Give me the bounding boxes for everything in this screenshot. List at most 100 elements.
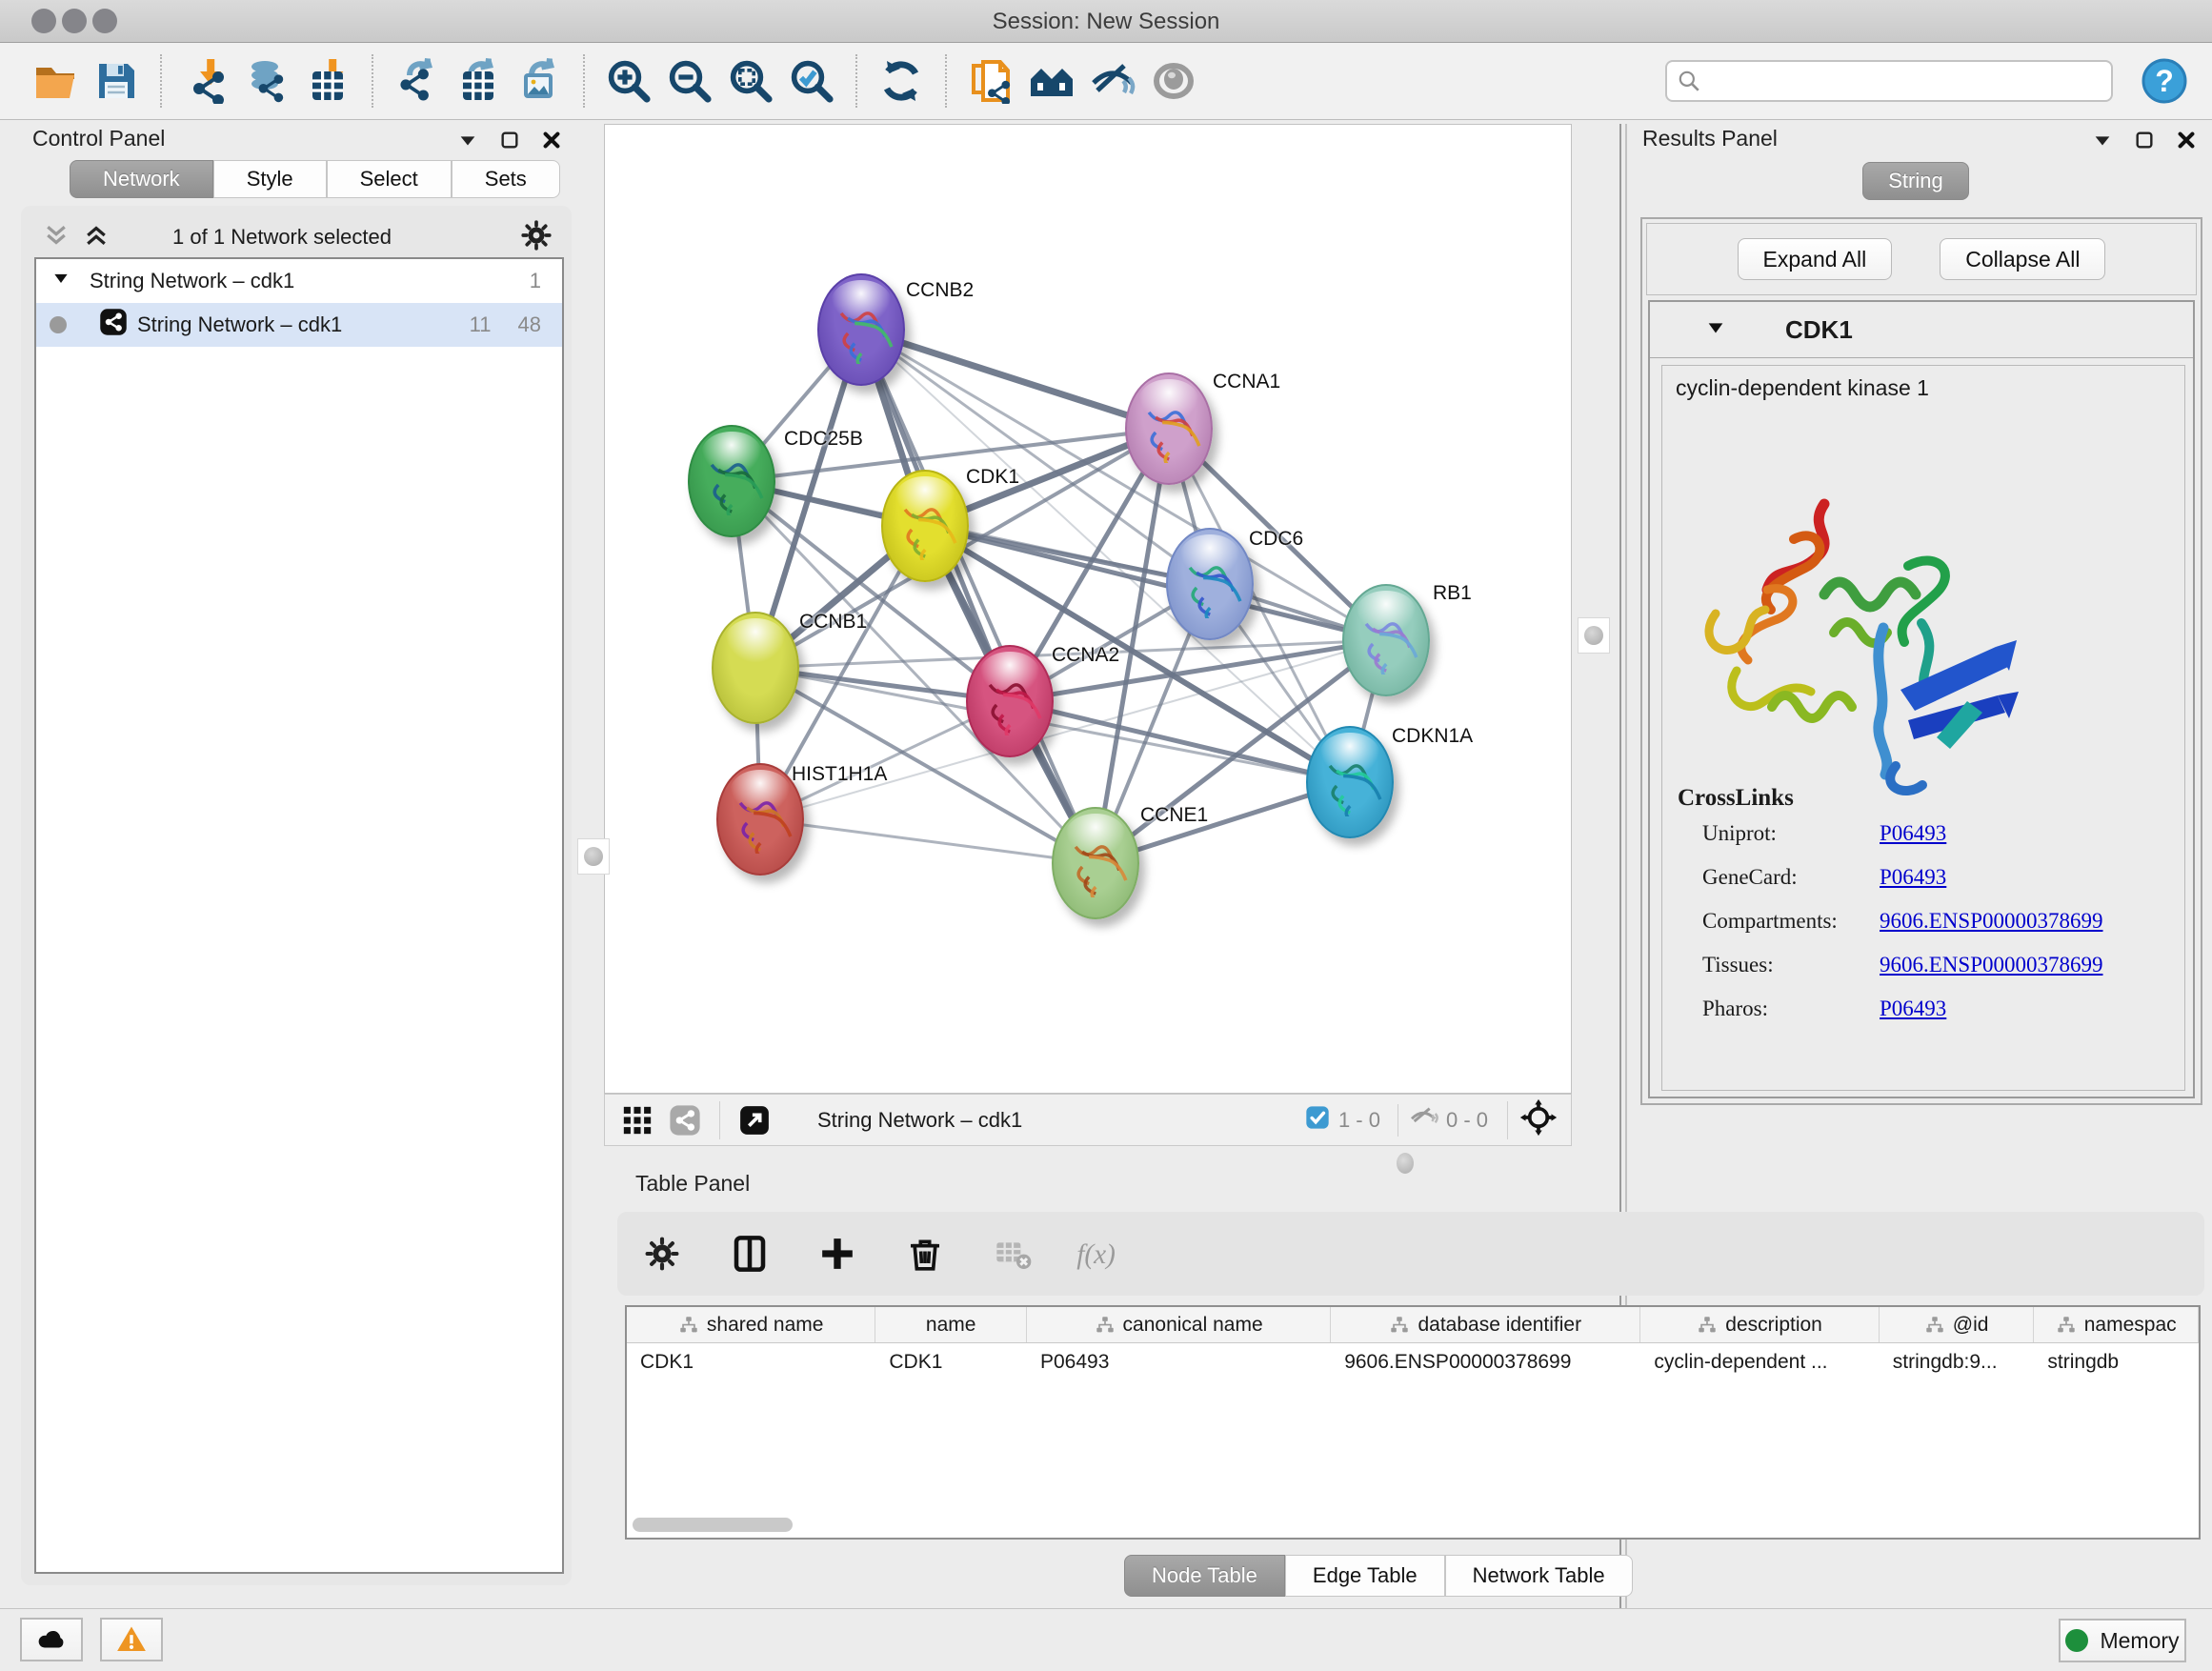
share-view-icon[interactable] [666, 1101, 704, 1139]
detach-view-icon[interactable] [735, 1101, 774, 1139]
selected-checkbox-icon[interactable] [1304, 1104, 1331, 1136]
network-options-gear-icon[interactable] [520, 219, 553, 256]
function-builder-button[interactable]: f(x) [1075, 1226, 1126, 1281]
network-node-cdc6[interactable] [1166, 528, 1254, 640]
network-node-ccnb1[interactable] [712, 612, 799, 724]
table-tab-node-table[interactable]: Node Table [1124, 1555, 1285, 1597]
crosslink-value[interactable]: P06493 [1880, 821, 1946, 845]
network-node-ccne1[interactable] [1052, 807, 1139, 919]
right-splitter-handle[interactable] [1578, 617, 1610, 654]
delete-column-button[interactable] [899, 1226, 951, 1281]
table-cell[interactable]: cyclin-dependent ... [1640, 1342, 1879, 1382]
table-cell[interactable]: CDK1 [875, 1342, 1027, 1382]
table-row[interactable]: CDK1CDK1P064939606.ENSP00000378699cyclin… [627, 1342, 2199, 1382]
add-column-button[interactable] [812, 1226, 863, 1281]
column-header-5[interactable]: @id [1880, 1307, 2035, 1342]
table-tab-network-table[interactable]: Network Table [1445, 1555, 1633, 1597]
control-panel-window-controls [457, 130, 562, 155]
left-splitter-handle[interactable] [577, 838, 610, 875]
column-header-3[interactable]: database identifier [1331, 1307, 1640, 1342]
column-header-1[interactable]: name [875, 1307, 1027, 1342]
table-cell[interactable]: 9606.ENSP00000378699 [1331, 1342, 1640, 1382]
tree-expander-icon[interactable] [51, 269, 70, 293]
horizontal-scrollbar[interactable] [633, 1518, 793, 1532]
save-session-button[interactable] [90, 53, 142, 109]
table-cell[interactable]: CDK1 [627, 1342, 875, 1382]
horizontal-splitter-handle[interactable] [1397, 1153, 1414, 1174]
network-node-ccna2[interactable] [966, 645, 1054, 757]
import-table-button[interactable] [302, 53, 353, 109]
network-node-cdc25b[interactable] [688, 425, 775, 537]
control-tab-sets[interactable]: Sets [452, 160, 560, 198]
home-panels-button[interactable] [1026, 53, 1077, 109]
node-label-cdk1: CDK1 [966, 466, 1019, 489]
crosslink-label: Tissues: [1702, 953, 1774, 977]
control-tab-select[interactable]: Select [327, 160, 452, 198]
network-selection-status: 1 of 1 Network selected [34, 225, 530, 250]
crosslink-value[interactable]: P06493 [1880, 997, 1946, 1020]
crosslink-value[interactable]: 9606.ENSP00000378699 [1880, 909, 2103, 933]
zoom-out-button[interactable] [664, 53, 715, 109]
grid-view-icon[interactable] [618, 1101, 656, 1139]
cloud-button[interactable] [20, 1618, 83, 1661]
card-collapse-icon[interactable] [1705, 317, 1726, 343]
close-panel-icon[interactable] [2176, 130, 2197, 155]
network-node-cdkn1a[interactable] [1306, 726, 1394, 838]
table-cell[interactable]: stringdb:9... [1880, 1342, 2035, 1382]
network-row-selected[interactable]: String Network – cdk1 11 48 [36, 303, 562, 347]
network-node-cdk1[interactable] [881, 470, 969, 582]
collapse-panel-icon[interactable] [2092, 130, 2113, 155]
column-header-2[interactable]: canonical name [1027, 1307, 1331, 1342]
show-columns-button[interactable] [724, 1226, 775, 1281]
cdk1-card-header[interactable]: CDK1 [1650, 302, 2193, 358]
application-window: Session: New Session ? Control Panel Net… [0, 0, 2212, 1671]
control-tab-network[interactable]: Network [70, 160, 213, 198]
crosslink-value[interactable]: P06493 [1880, 865, 1946, 889]
collapse-all-button[interactable]: Collapse All [1940, 238, 2105, 280]
export-network-button[interactable] [392, 53, 443, 109]
export-image-button[interactable] [513, 53, 565, 109]
memory-button[interactable]: Memory [2059, 1619, 2186, 1662]
fit-crosshair-icon[interactable] [1519, 1098, 1558, 1141]
collapse-panel-icon[interactable] [457, 130, 478, 155]
results-tab-string[interactable]: String [1862, 162, 1969, 200]
warning-button[interactable] [100, 1618, 163, 1661]
zoom-selected-button[interactable] [786, 53, 837, 109]
help-button[interactable]: ? [2142, 58, 2187, 104]
table-tab-edge-table[interactable]: Edge Table [1285, 1555, 1445, 1597]
float-panel-icon[interactable] [2134, 130, 2155, 155]
import-network-file-button[interactable] [180, 53, 231, 109]
import-network-database-button[interactable] [241, 53, 292, 109]
zoom-in-button[interactable] [603, 53, 654, 109]
birdseye-button[interactable] [1148, 53, 1199, 109]
control-tab-style[interactable]: Style [213, 160, 327, 198]
crosslink-value[interactable]: 9606.ENSP00000378699 [1880, 953, 2103, 976]
hidden-eye-icon[interactable] [1408, 1102, 1438, 1137]
column-header-4[interactable]: description [1640, 1307, 1879, 1342]
expand-all-button[interactable]: Expand All [1738, 238, 1893, 280]
network-collection-row[interactable]: String Network – cdk1 1 [36, 259, 562, 303]
table-cell[interactable]: stringdb [2034, 1342, 2199, 1382]
open-session-button[interactable] [30, 53, 81, 109]
delete-table-button[interactable] [987, 1226, 1038, 1281]
close-panel-icon[interactable] [541, 130, 562, 155]
title-bar: Session: New Session [0, 0, 2212, 43]
table-settings-button[interactable] [636, 1226, 688, 1281]
network-node-rb1[interactable] [1342, 584, 1430, 696]
refresh-layout-button[interactable] [875, 53, 927, 109]
float-panel-icon[interactable] [499, 130, 520, 155]
table-cell[interactable]: P06493 [1027, 1342, 1331, 1382]
network-label: String Network – cdk1 [137, 312, 342, 337]
zoom-fit-button[interactable] [725, 53, 776, 109]
search-input[interactable] [1665, 60, 2113, 102]
network-node-ccnb2[interactable] [817, 273, 905, 386]
column-header-6[interactable]: namespac [2034, 1307, 2199, 1342]
network-node-ccna1[interactable] [1125, 372, 1213, 485]
export-table-button[interactable] [452, 53, 504, 109]
node-label-ccna2: CCNA2 [1052, 644, 1119, 667]
column-header-0[interactable]: shared name [627, 1307, 875, 1342]
table-panel-title: Table Panel [635, 1171, 750, 1197]
open-in-string-button[interactable] [965, 53, 1016, 109]
network-canvas[interactable]: CCNB2 CCNA1 CDC25B CDK1 CDC6 RB1 CCNB1 C… [604, 124, 1572, 1094]
hide-graphics-button[interactable] [1087, 53, 1138, 109]
